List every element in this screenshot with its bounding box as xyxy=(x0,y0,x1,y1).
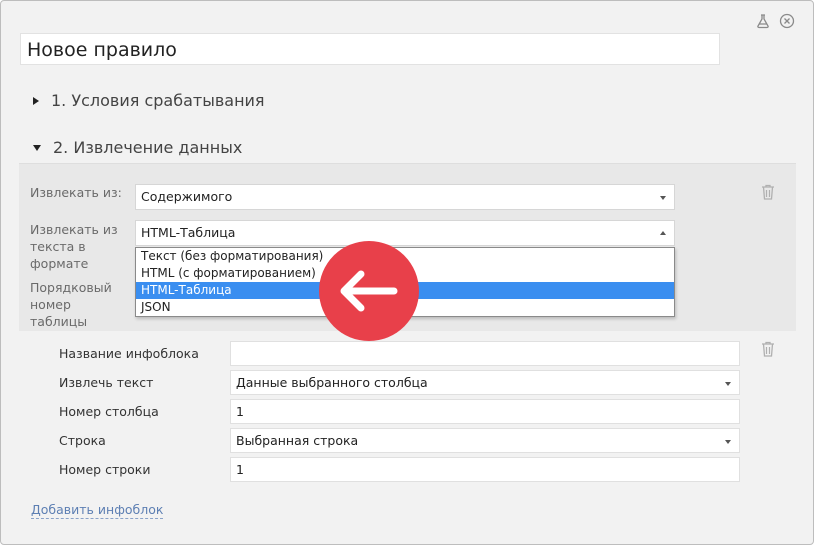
rule-editor-window: Новое правило 1. Условия срабатывания 2.… xyxy=(0,0,814,545)
row-number-input[interactable]: 1 xyxy=(230,457,740,482)
chevron-right-icon xyxy=(33,96,39,105)
add-infoblock-link[interactable]: Добавить инфоблок xyxy=(31,502,164,519)
extract-from-value: Содержимого xyxy=(141,189,233,204)
table-number-label: Порядковый номер таблицы xyxy=(30,280,112,329)
section-extraction-title: 2. Извлечение данных xyxy=(53,138,243,157)
row-label: Строка xyxy=(59,433,106,448)
row-value: Выбранная строка xyxy=(236,433,359,448)
extract-text-value: Данные выбранного столбца xyxy=(236,375,428,390)
column-number-input[interactable]: 1 xyxy=(230,399,740,424)
section-conditions-title: 1. Условия срабатывания xyxy=(51,91,265,110)
chevron-down-icon xyxy=(725,382,731,386)
extract-text-select[interactable]: Данные выбранного столбца xyxy=(230,370,740,395)
extract-from-select[interactable]: Содержимого xyxy=(135,184,675,210)
row-select[interactable]: Выбранная строка xyxy=(230,428,740,453)
section-conditions-header[interactable]: 1. Условия срабатывания xyxy=(33,91,265,110)
trash-icon[interactable] xyxy=(760,340,776,358)
flask-icon[interactable] xyxy=(755,13,771,29)
extract-text-label: Извлечь текст xyxy=(59,375,154,390)
chevron-down-icon xyxy=(660,196,666,200)
section-extraction-header[interactable]: 2. Извлечение данных xyxy=(33,138,242,157)
infoblock-name-input[interactable] xyxy=(230,341,740,366)
trash-icon[interactable] xyxy=(760,183,776,201)
infoblock-name-label: Название инфоблока xyxy=(59,346,199,361)
extract-format-value: HTML-Таблица xyxy=(141,225,236,240)
rule-name-input[interactable]: Новое правило xyxy=(20,33,720,65)
arrow-callout xyxy=(319,241,419,341)
row-number-label: Номер строки xyxy=(59,462,151,477)
chevron-down-icon xyxy=(725,440,731,444)
column-number-label: Номер столбца xyxy=(59,404,159,419)
chevron-down-icon xyxy=(33,144,41,151)
extract-format-label: Извлекать из текста в формате xyxy=(30,222,118,271)
close-circle-icon[interactable] xyxy=(779,13,795,29)
chevron-up-icon xyxy=(660,231,666,235)
extract-from-label: Извлекать из: xyxy=(30,185,122,200)
arrow-left-icon xyxy=(340,270,398,312)
window-controls xyxy=(755,13,795,29)
